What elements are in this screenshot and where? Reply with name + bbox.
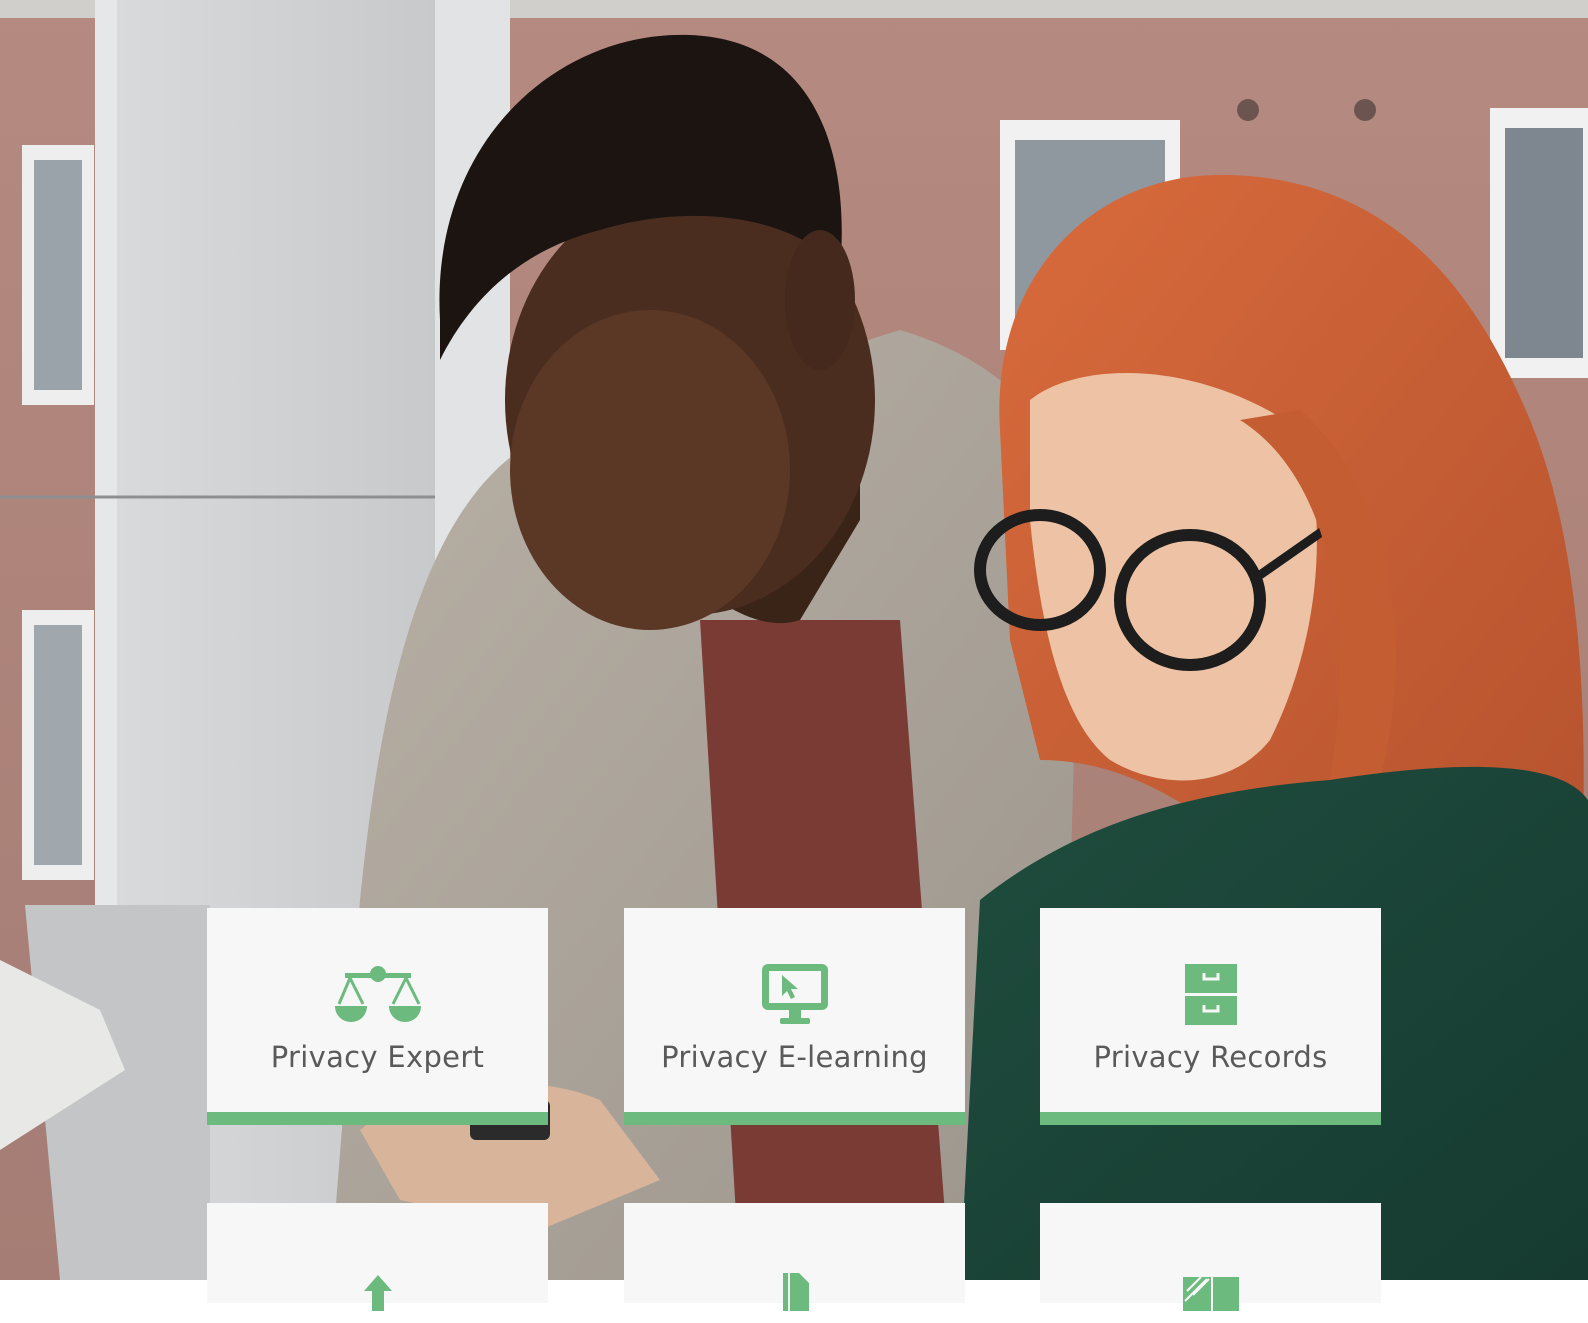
- card-6[interactable]: [1040, 1203, 1381, 1311]
- monitor-cursor-icon: [750, 962, 840, 1026]
- card-label: Privacy Expert: [270, 1040, 485, 1074]
- card-4[interactable]: [207, 1203, 548, 1311]
- card-privacy-elearning[interactable]: Privacy E-learning: [624, 908, 965, 1125]
- document-icon: [750, 1259, 840, 1323]
- card-label: Privacy Records: [1093, 1040, 1328, 1074]
- card-privacy-records[interactable]: Privacy Records: [1040, 908, 1381, 1125]
- striped-panel-icon: [1166, 1259, 1256, 1323]
- card-5[interactable]: [624, 1203, 965, 1311]
- balance-scale-icon: [333, 962, 423, 1026]
- card-label: Privacy E-learning: [661, 1040, 928, 1074]
- filing-cabinet-icon: [1166, 962, 1256, 1026]
- arrow-up-icon: [333, 1259, 423, 1323]
- card-privacy-expert[interactable]: Privacy Expert: [207, 908, 548, 1125]
